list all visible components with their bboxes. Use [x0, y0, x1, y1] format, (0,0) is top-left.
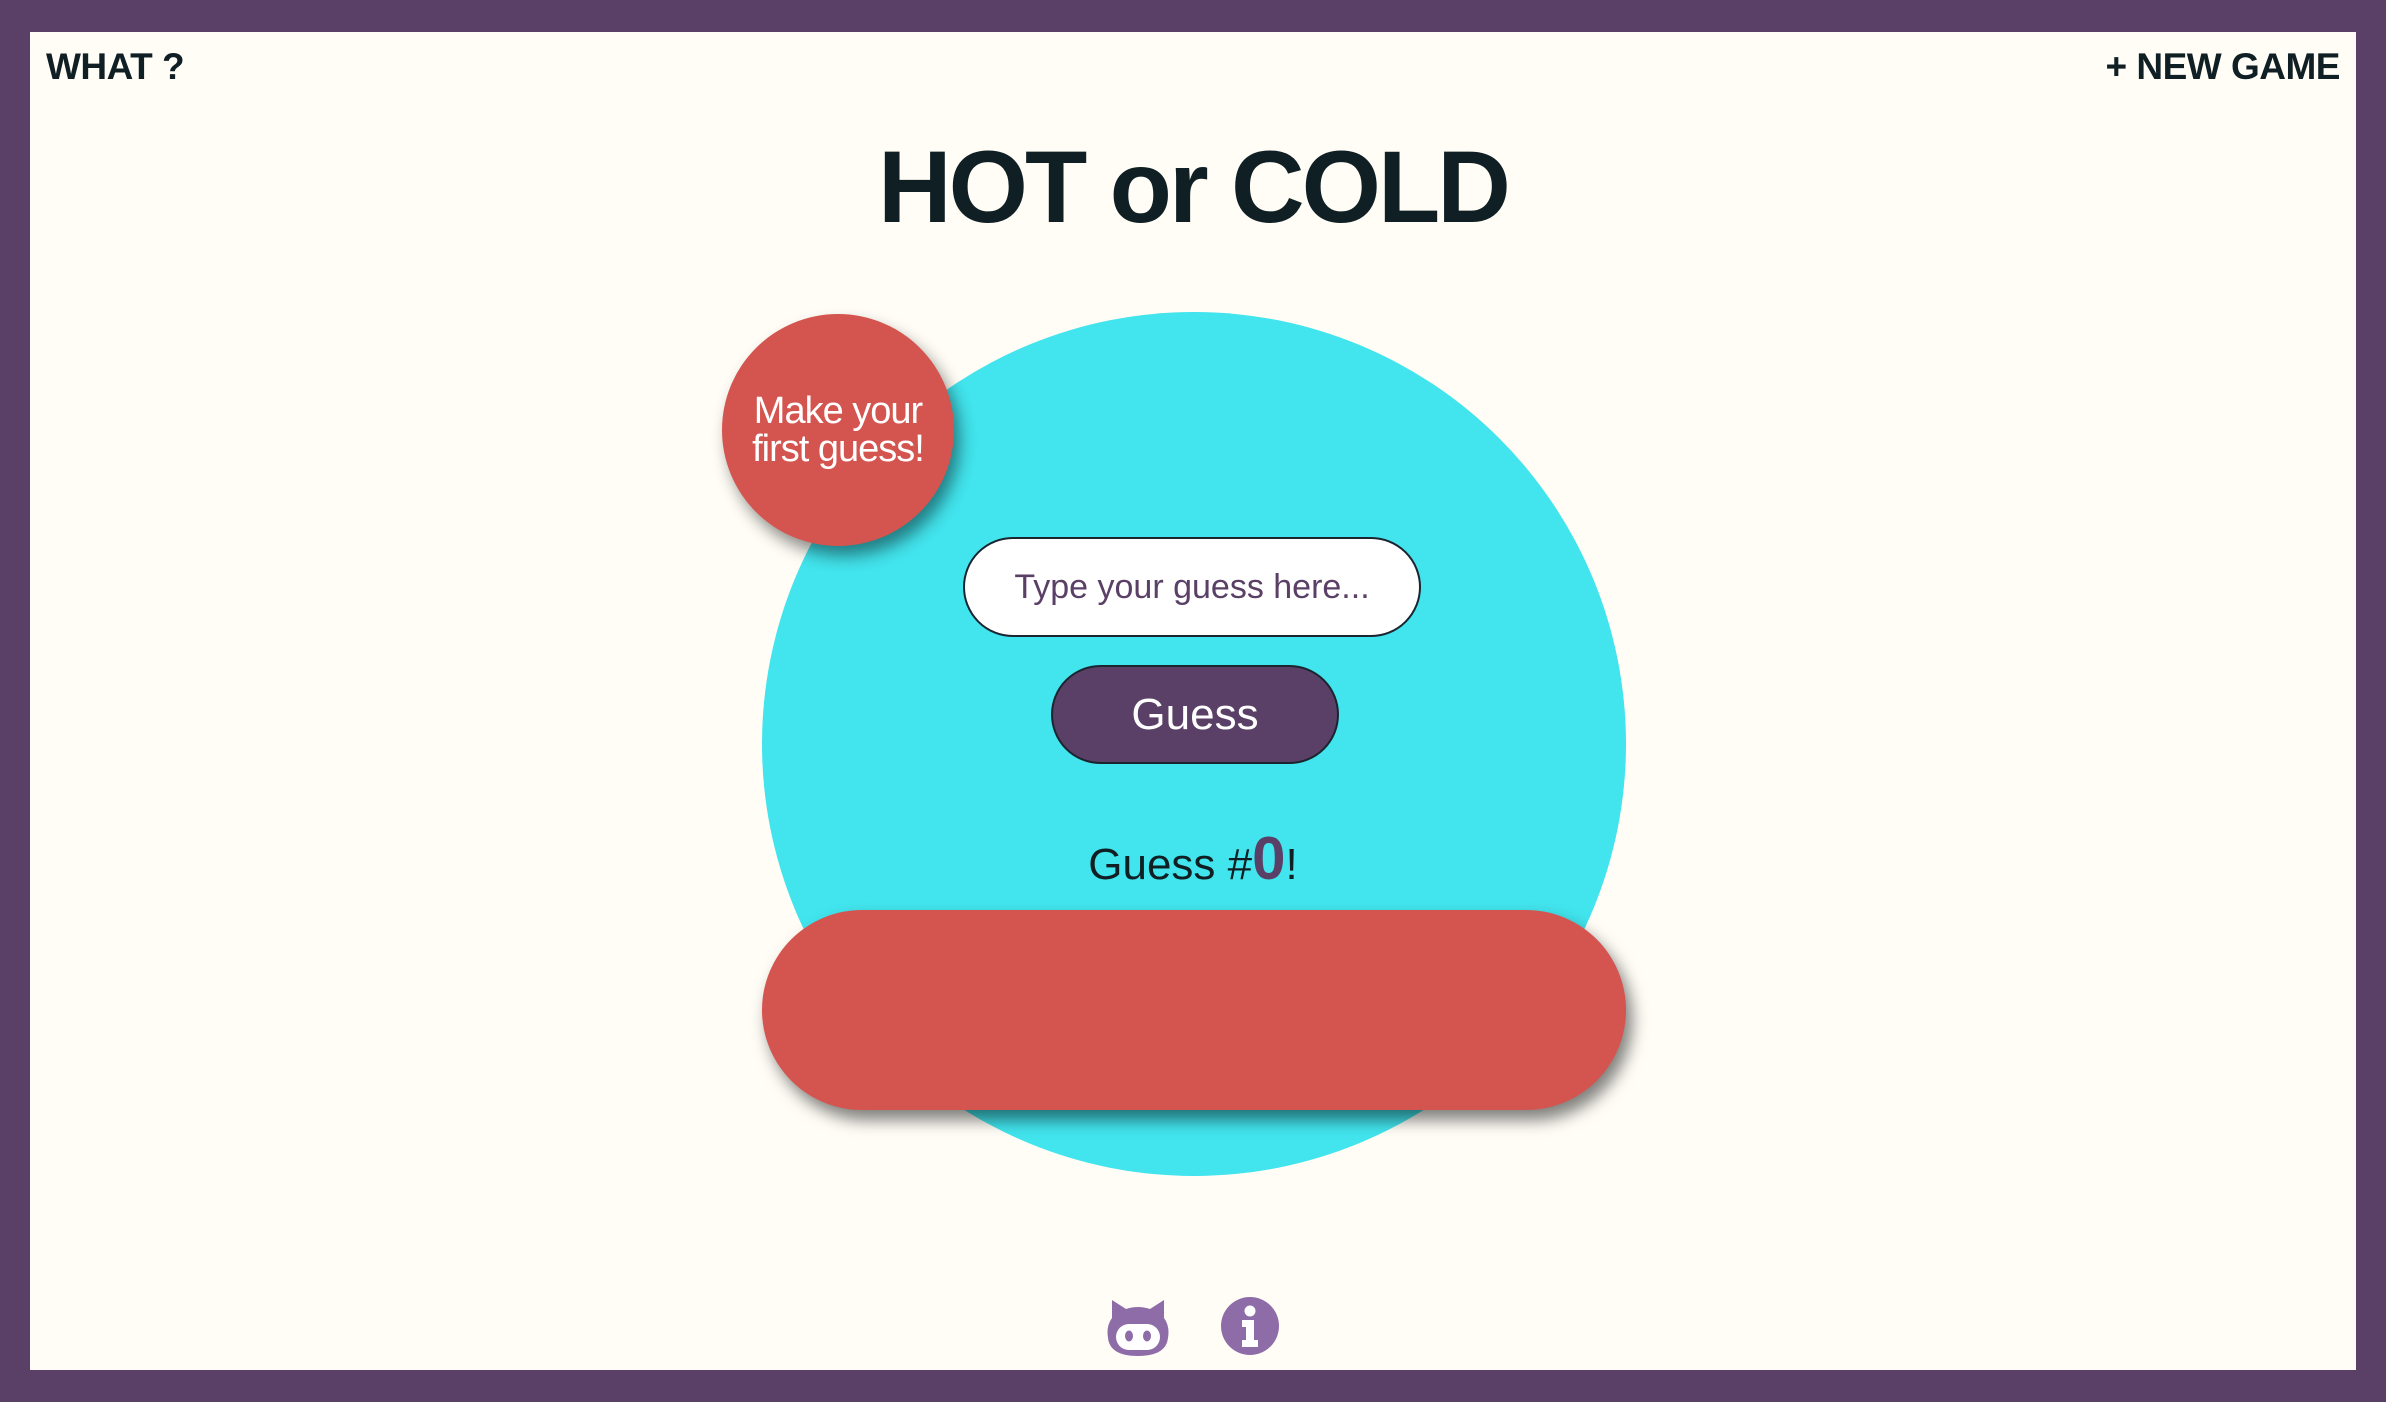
feedback-text: Make your first guess!: [752, 390, 925, 470]
what-link[interactable]: WHAT ?: [46, 46, 185, 88]
guess-counter: Guess #0!: [30, 824, 2356, 893]
page-title: HOT or COLD: [878, 130, 1511, 244]
feedback-bubble: Make your first guess!: [722, 314, 954, 546]
game-container: WHAT ? + NEW GAME HOT or COLD Make your …: [30, 32, 2356, 1370]
guess-counter-suffix: !: [1285, 840, 1298, 889]
guess-input[interactable]: [963, 537, 1421, 637]
github-icon[interactable]: [1106, 1294, 1170, 1358]
guess-counter-prefix: Guess #: [1088, 840, 1253, 889]
guess-count: 0: [1252, 825, 1286, 892]
guess-button[interactable]: Guess: [1051, 665, 1339, 764]
new-game-link[interactable]: + NEW GAME: [2106, 46, 2341, 88]
info-icon[interactable]: [1218, 1294, 1282, 1358]
guess-history-panel: [762, 910, 1626, 1110]
